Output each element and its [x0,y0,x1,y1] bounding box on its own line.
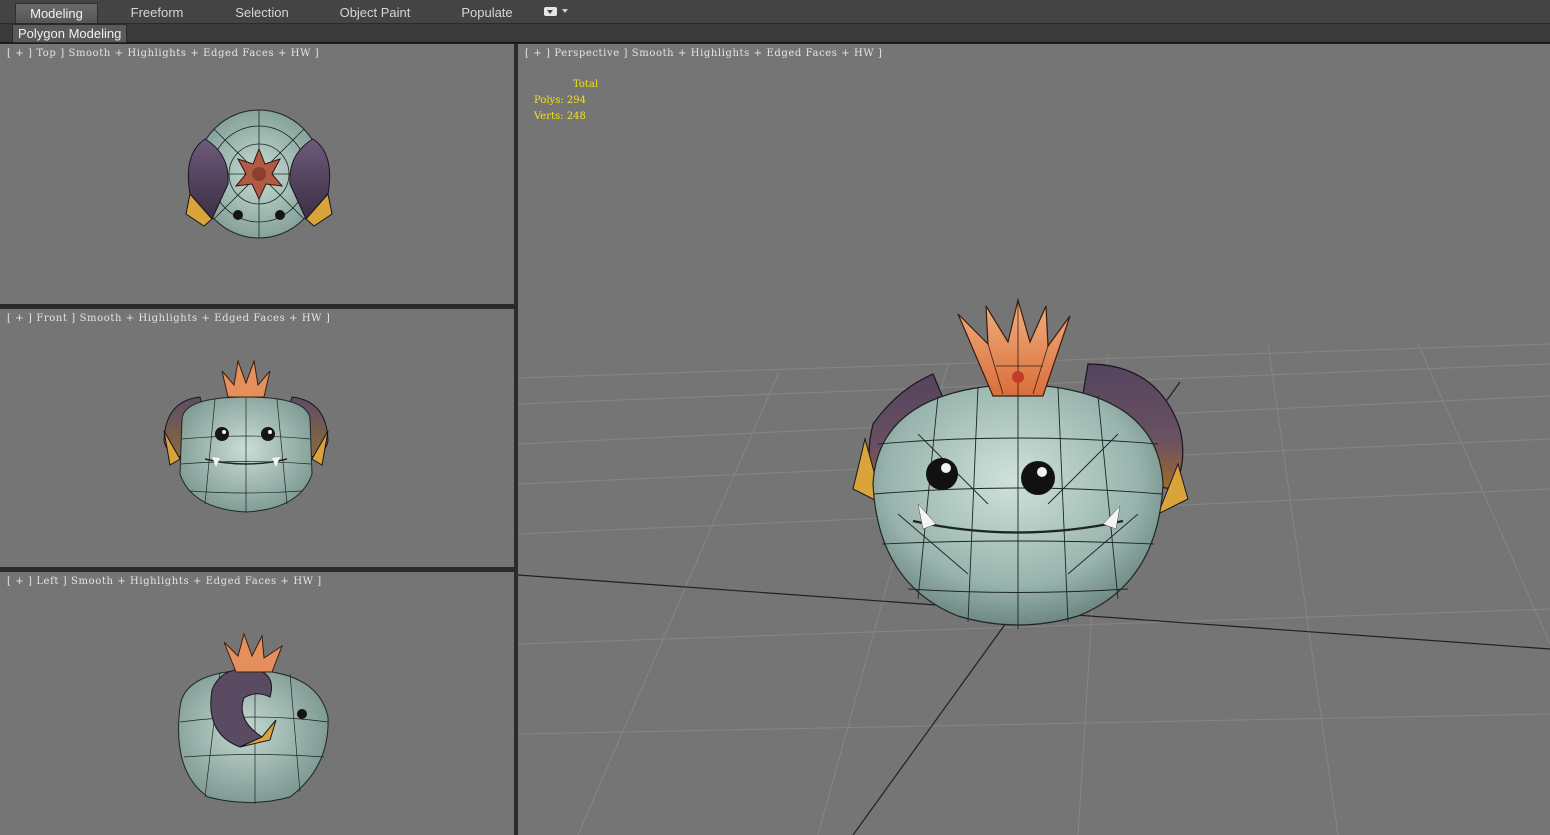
left-view-model [178,632,329,804]
viewport-front[interactable]: [ + ] Front ] Smooth + Highlights + Edge… [0,309,514,567]
viewport-splitter-2[interactable] [0,567,514,572]
polygon-modeling-panel[interactable]: Polygon Modeling [12,24,128,43]
tab-selection[interactable]: Selection [222,3,302,22]
tab-object-paint[interactable]: Object Paint [330,3,420,22]
ribbon-panel-bar: Polygon Modeling [0,24,1550,43]
ribbon-tab-bar: Modeling Freeform Selection Object Paint… [0,0,1550,24]
viewport-splitter-vertical[interactable] [514,44,518,835]
ribbon-toggle-icon [544,7,557,16]
chevron-down-icon [562,9,568,13]
tab-modeling[interactable]: Modeling [15,3,98,23]
viewport-perspective[interactable]: [ + ] Perspective ] Smooth + Highlights … [518,44,1550,835]
top-view-model [185,109,333,239]
viewport-left[interactable]: [ + ] Left ] Smooth + Highlights + Edged… [0,572,514,835]
tab-populate[interactable]: Populate [452,3,522,22]
front-view-model [163,359,329,513]
viewport-splitter-1[interactable] [0,304,514,309]
ribbon-options-dropdown[interactable] [544,6,570,18]
tab-freeform[interactable]: Freeform [116,3,198,22]
viewport-top[interactable]: [ + ] Top ] Smooth + Highlights + Edged … [0,44,514,304]
max-app-window: Modeling Freeform Selection Object Paint… [0,0,1550,835]
perspective-view-scene [518,297,1550,835]
